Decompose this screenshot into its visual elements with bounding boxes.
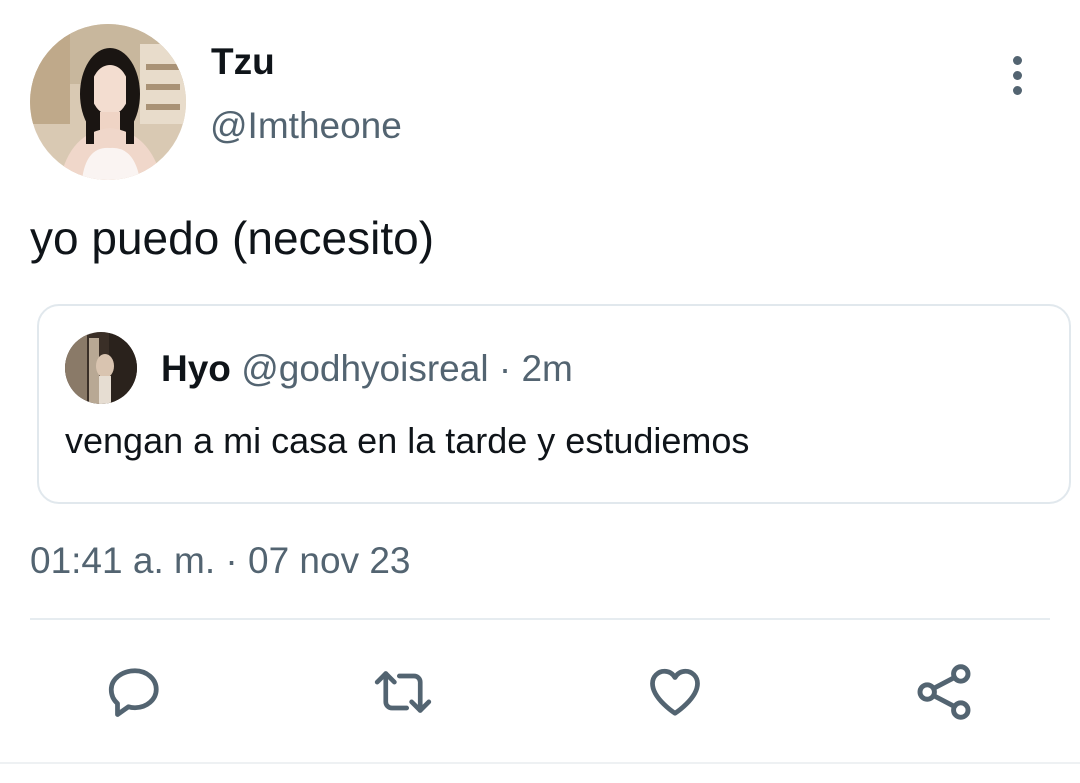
divider (30, 618, 1050, 620)
tweet-detail: Tzu @Imtheone yo puedo (necesito) Hyo @g… (0, 0, 1080, 783)
tweet-text: yo puedo (necesito) (30, 212, 435, 264)
more-options-icon (1012, 55, 1022, 65)
quoted-tweet-separator: · (498, 348, 512, 389)
author-display-name[interactable]: Tzu (211, 40, 275, 84)
quoted-tweet-header: Hyo @godhyoisreal · 2m (161, 346, 573, 392)
quoted-author-avatar[interactable] (65, 332, 137, 404)
quoted-tweet-text: vengan a mi casa en la tarde y estudiemo… (65, 420, 750, 461)
retweet-icon (374, 671, 432, 713)
more-options-icon-dot (1012, 70, 1022, 80)
like-button[interactable] (643, 660, 707, 724)
quoted-author-display-name[interactable]: Hyo (161, 348, 231, 389)
reply-icon (108, 668, 159, 717)
more-options-button[interactable] (996, 52, 1038, 98)
quoted-author-avatar-image (65, 332, 137, 404)
reply-button[interactable] (103, 660, 167, 724)
author-handle[interactable]: @Imtheone (210, 104, 402, 148)
share-button[interactable] (912, 660, 976, 724)
retweet-button[interactable] (371, 660, 435, 724)
author-avatar-image (30, 24, 186, 180)
quoted-tweet-card[interactable]: Hyo @godhyoisreal · 2m vengan a mi casa … (37, 304, 1071, 504)
bottom-divider (0, 762, 1080, 764)
quoted-tweet-time: 2m (521, 348, 573, 389)
author-avatar[interactable] (30, 24, 186, 180)
heart-icon (650, 668, 700, 716)
more-options-icon-dot (1012, 85, 1022, 95)
share-icon (917, 664, 971, 720)
quoted-author-handle[interactable]: @godhyoisreal (241, 348, 488, 389)
tweet-timestamp[interactable]: 01:41 a. m. · 07 nov 23 (30, 538, 411, 584)
